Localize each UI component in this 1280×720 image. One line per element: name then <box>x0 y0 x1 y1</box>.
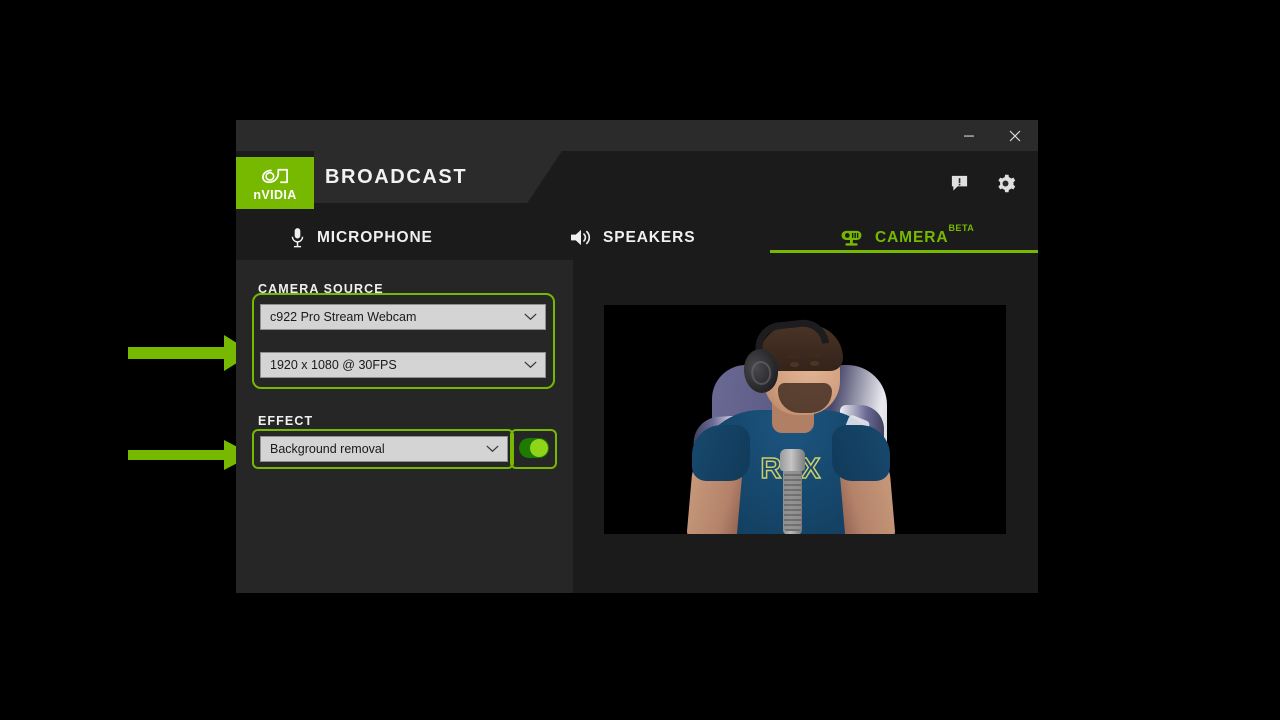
minimize-icon <box>964 135 974 137</box>
annotation-arrow-effect <box>128 440 253 470</box>
tab-speakers-label: SPEAKERS <box>603 228 696 246</box>
person-sleeve-right <box>832 425 890 481</box>
feedback-icon <box>951 175 967 191</box>
tab-camera-text: CAMERA <box>875 229 949 247</box>
close-button[interactable] <box>992 120 1038 151</box>
header-actions <box>946 151 1028 215</box>
nvidia-broadcast-window: BROADCAST nVIDIA MICROPHONE SPEAKERS CAM… <box>236 120 1038 593</box>
microphone-grill <box>784 471 801 531</box>
tab-camera-beta-badge: BETA <box>948 222 975 233</box>
camera-resolution-value: 1920 x 1080 @ 30FPS <box>270 358 397 372</box>
person-eye-right <box>810 361 819 366</box>
person-brow-left <box>788 355 801 358</box>
minimize-button[interactable] <box>946 120 992 151</box>
nvidia-logo: nVIDIA <box>236 157 314 209</box>
person-brow-right <box>808 354 821 357</box>
left-settings-panel: CAMERA SOURCE c922 Pro Stream Webcam 192… <box>236 260 573 593</box>
person-eye-left <box>790 362 799 367</box>
chevron-down-icon <box>524 361 537 369</box>
main-tabs: MICROPHONE SPEAKERS CAMERABETA <box>236 215 1038 260</box>
camera-source-value: c922 Pro Stream Webcam <box>270 310 417 324</box>
speaker-icon <box>570 228 591 247</box>
active-tab-underline <box>770 250 1038 253</box>
gear-icon <box>997 174 1015 192</box>
effect-value: Background removal <box>270 442 385 456</box>
camera-source-dropdown[interactable]: c922 Pro Stream Webcam <box>260 304 546 330</box>
camera-preview[interactable]: RTX <box>604 305 1006 534</box>
window-titlebar <box>236 120 1038 151</box>
tab-camera[interactable]: CAMERABETA <box>840 215 974 260</box>
close-icon <box>1009 130 1021 141</box>
brand-slant-panel: BROADCAST <box>314 151 562 203</box>
tab-camera-label: CAMERABETA <box>875 223 974 247</box>
webcam-icon <box>840 228 863 247</box>
effect-toggle[interactable] <box>519 438 549 458</box>
app-header: BROADCAST nVIDIA <box>236 151 1038 215</box>
nvidia-eye-icon <box>258 164 292 187</box>
chevron-down-icon <box>486 445 499 453</box>
feedback-button[interactable] <box>946 170 972 196</box>
camera-source-section-label: CAMERA SOURCE <box>258 282 384 296</box>
camera-resolution-dropdown[interactable]: 1920 x 1080 @ 30FPS <box>260 352 546 378</box>
brand-area: BROADCAST nVIDIA <box>236 151 562 215</box>
annotation-arrow-camera-source <box>128 335 253 371</box>
tab-microphone-label: MICROPHONE <box>317 228 433 246</box>
microphone-icon <box>290 227 305 248</box>
effect-dropdown[interactable]: Background removal <box>260 436 508 462</box>
person-sleeve-left <box>692 425 750 481</box>
screen: BROADCAST nVIDIA MICROPHONE SPEAKERS CAM… <box>0 0 1280 720</box>
microphone-head <box>780 449 805 471</box>
nvidia-wordmark: nVIDIA <box>253 187 297 202</box>
tab-microphone[interactable]: MICROPHONE <box>290 215 433 260</box>
chevron-down-icon <box>524 313 537 321</box>
effect-section-label: EFFECT <box>258 414 314 428</box>
tab-speakers[interactable]: SPEAKERS <box>570 215 695 260</box>
app-title: BROADCAST <box>325 165 468 188</box>
settings-button[interactable] <box>992 170 1018 196</box>
effect-toggle-knob <box>530 439 548 457</box>
